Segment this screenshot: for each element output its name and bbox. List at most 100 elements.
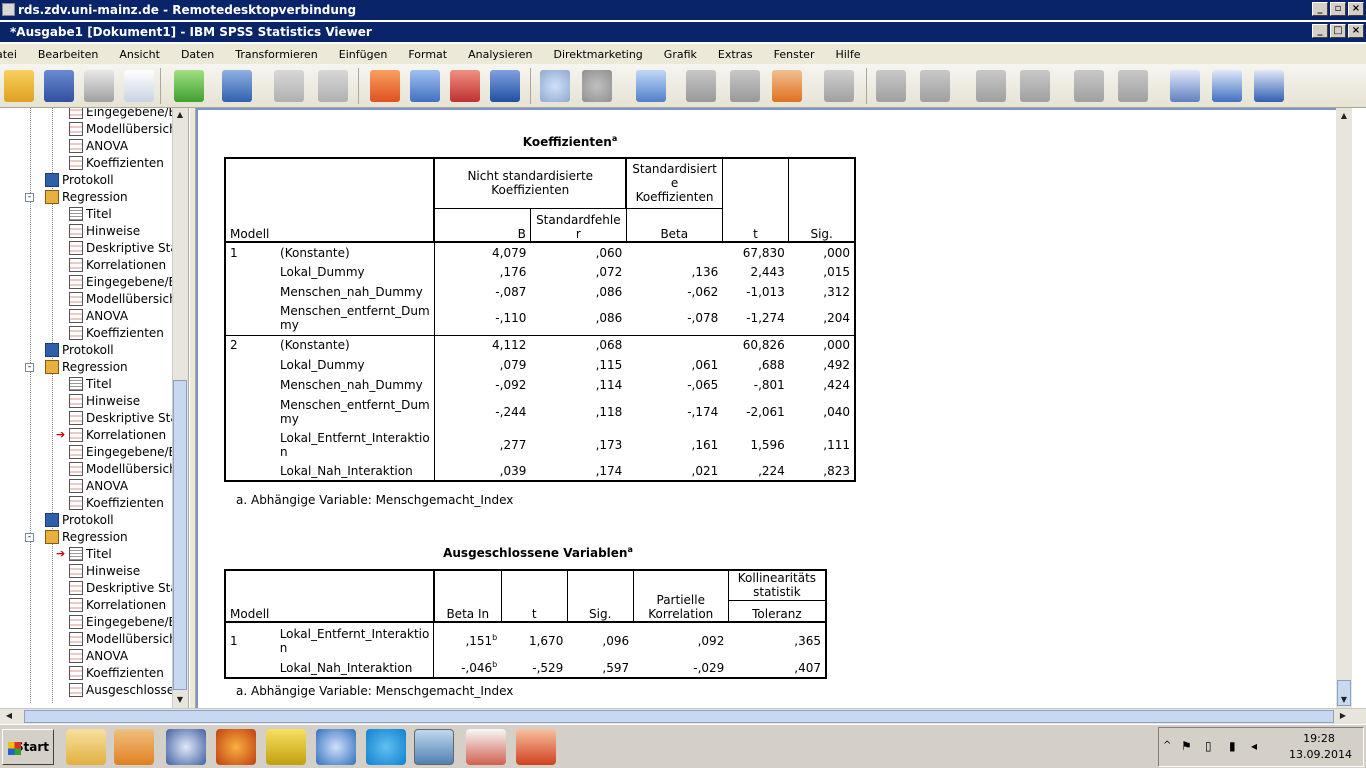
outline-item[interactable]: ANOVA — [69, 308, 128, 325]
outline-item[interactable]: Regression — [45, 189, 128, 206]
horizontal-scroll-thumb[interactable] — [24, 710, 1334, 723]
outline-item[interactable]: Eingegebene/E — [69, 274, 176, 291]
pdf-icon[interactable] — [466, 729, 506, 765]
close-button[interactable]: × — [1348, 2, 1364, 16]
outline-item[interactable]: Deskriptive Stat — [69, 410, 182, 427]
collapse-toggle-icon[interactable]: - — [25, 193, 34, 202]
outline-item[interactable]: ANOVA — [69, 138, 128, 155]
menu-item[interactable]: Daten — [181, 48, 214, 61]
menu-item[interactable]: Format — [408, 48, 447, 61]
outline-item[interactable]: Eingegebene/E — [69, 614, 176, 631]
menu-item[interactable]: Bearbeiten — [38, 48, 98, 61]
undo-icon[interactable] — [274, 70, 304, 102]
goto-case-icon[interactable] — [410, 70, 440, 102]
volume-tray-icon[interactable]: ◂ — [1251, 739, 1257, 753]
outline-item[interactable]: Modellübersich — [69, 291, 177, 308]
clock-time[interactable]: 19:28 — [1289, 732, 1349, 745]
insert-text-icon[interactable] — [824, 70, 854, 102]
scroll-left-icon[interactable]: ◀ — [2, 709, 16, 723]
content-vertical-scrollbar[interactable] — [1336, 108, 1352, 708]
promote-left-icon[interactable] — [876, 70, 906, 102]
outline-item[interactable]: Eingegebene/E — [69, 444, 176, 461]
redo-icon[interactable] — [318, 70, 348, 102]
demote-right-icon[interactable] — [920, 70, 950, 102]
collapse-minus-icon[interactable] — [1020, 70, 1050, 102]
collapse-toggle-icon[interactable]: - — [25, 363, 34, 372]
outline-item[interactable]: ANOVA — [69, 648, 128, 665]
outline-item[interactable]: Eingegebene/E — [69, 108, 176, 121]
media-player-icon[interactable] — [114, 729, 154, 765]
outline-item[interactable]: Koeffizienten — [69, 155, 164, 172]
outline-item[interactable]: Hinweise — [69, 393, 140, 410]
network-tray-icon[interactable]: ▮ — [1229, 739, 1236, 753]
outline-scroll-up-icon[interactable]: ▲ — [173, 108, 187, 122]
search-icon[interactable] — [316, 729, 356, 765]
insert-heading-icon[interactable] — [1170, 70, 1200, 102]
goto-variable-icon[interactable] — [450, 70, 480, 102]
outline-item[interactable]: Protokoll — [45, 342, 114, 359]
outline-item[interactable]: Regression — [45, 359, 128, 376]
recall-dialog-icon[interactable] — [222, 70, 252, 102]
content-scroll-down-icon[interactable]: ▼ — [1337, 693, 1351, 707]
tray-expand-icon[interactable]: ^ — [1163, 740, 1171, 751]
start-button[interactable]: Start — [2, 729, 54, 765]
menu-item[interactable]: Ansicht — [119, 48, 160, 61]
outline-item[interactable]: Titel — [69, 546, 112, 563]
menu-item[interactable]: atei — [0, 48, 17, 61]
explorer-icon[interactable] — [66, 729, 106, 765]
restore-button[interactable]: ▫ — [1330, 2, 1346, 16]
thunderbird-icon[interactable] — [166, 729, 206, 765]
value-labels-icon[interactable] — [636, 70, 666, 102]
content-scroll-up-icon[interactable]: ▲ — [1337, 109, 1351, 123]
clock-date[interactable]: 13.09.2014 — [1289, 748, 1352, 761]
insert-page-break-icon[interactable] — [1254, 70, 1284, 102]
show-all-icon[interactable] — [730, 70, 760, 102]
collapse-toggle-icon[interactable]: - — [25, 533, 34, 542]
expand-plus-icon[interactable] — [976, 70, 1006, 102]
hide-icon[interactable] — [1118, 70, 1148, 102]
outline-item[interactable]: Korrelationen — [69, 597, 166, 614]
print-preview-icon[interactable] — [124, 70, 154, 102]
spss-minimize-button[interactable]: _ — [1312, 24, 1328, 38]
print-icon[interactable] — [84, 70, 114, 102]
pane-splitter[interactable] — [189, 108, 196, 708]
menu-item[interactable]: Analysieren — [468, 48, 532, 61]
variables-icon[interactable] — [490, 70, 520, 102]
outline-item[interactable]: Titel — [69, 206, 112, 223]
export-icon[interactable] — [174, 70, 204, 102]
outline-scroll-down-icon[interactable]: ▼ — [173, 693, 187, 707]
outline-item[interactable]: Protokoll — [45, 172, 114, 189]
insert-title-icon[interactable] — [1212, 70, 1242, 102]
menu-item[interactable]: Einfügen — [339, 48, 388, 61]
outline-item[interactable]: ANOVA — [69, 478, 128, 495]
weight-cases-icon[interactable] — [582, 70, 612, 102]
outline-item[interactable]: Modellübersich — [69, 121, 177, 138]
outline-item[interactable]: Deskriptive Stat — [69, 580, 182, 597]
outline-item[interactable]: Protokoll — [45, 512, 114, 529]
menu-item[interactable]: Fenster — [774, 48, 815, 61]
spss-restore-button[interactable]: □ — [1330, 24, 1346, 38]
device-tray-icon[interactable]: ▯ — [1205, 739, 1212, 753]
menu-item[interactable]: Grafik — [664, 48, 697, 61]
menu-item[interactable]: Extras — [718, 48, 753, 61]
outline-item[interactable]: Regression — [45, 529, 128, 546]
menu-item[interactable]: Transformieren — [235, 48, 318, 61]
outline-item[interactable]: Korrelationen — [69, 257, 166, 274]
outline-item[interactable]: Koeffizienten — [69, 665, 164, 682]
show-icon[interactable] — [1074, 70, 1104, 102]
scroll-right-icon[interactable]: ▶ — [1336, 709, 1350, 723]
outline-item[interactable]: Modellübersich — [69, 631, 177, 648]
menu-item[interactable]: Direktmarketing — [553, 48, 642, 61]
outline-item[interactable]: Titel — [69, 376, 112, 393]
horizontal-scrollbar[interactable]: ◀ ▶ — [0, 708, 1366, 724]
outline-item[interactable]: Hinweise — [69, 223, 140, 240]
outline-item[interactable]: Koeffizienten — [69, 495, 164, 512]
goto-data-icon[interactable] — [370, 70, 400, 102]
save-icon[interactable] — [44, 70, 74, 102]
outline-scroll-thumb[interactable] — [173, 380, 187, 690]
outline-item[interactable]: Koeffizienten — [69, 325, 164, 342]
outline-item[interactable]: Ausgeschlosse — [69, 682, 174, 699]
firefox-icon[interactable] — [216, 729, 256, 765]
spss-close-button[interactable]: × — [1348, 24, 1364, 38]
insert-output-icon[interactable] — [772, 70, 802, 102]
